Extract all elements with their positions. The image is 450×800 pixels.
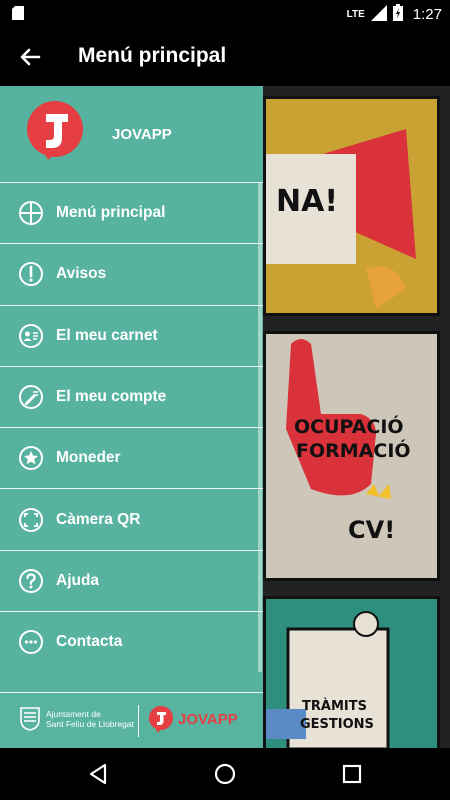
comic-panel-ocupacio[interactable]: OCUPACIÓ FORMACIÓ CV!: [263, 331, 440, 581]
menu-item-el-meu-carnet[interactable]: El meu carnet: [0, 304, 263, 366]
status-bar: LTE 1:27: [0, 0, 450, 28]
panel3-line2: GESTIONS: [300, 717, 374, 732]
menu-item-avisos[interactable]: Avisos: [0, 243, 263, 304]
signal-icon: [370, 4, 387, 25]
recents-square-icon[interactable]: [340, 762, 364, 786]
menu-item-label: El meu compte: [56, 388, 167, 406]
menu-item-camera-qr[interactable]: Càmera QR: [0, 488, 263, 549]
menu-item-label: Menú principal: [56, 204, 166, 222]
question-icon: [18, 568, 44, 594]
sd-card-icon: [12, 6, 24, 25]
app-name: JOVAPP: [112, 126, 172, 143]
panel1-text: NA!: [276, 184, 339, 219]
panel2-line2: FORMACIÓ: [296, 440, 411, 462]
chat-bubble-icon: [18, 629, 44, 655]
brand-jov: JOV: [178, 711, 207, 728]
panel3-line1: TRÀMITS: [302, 699, 367, 714]
drawer-menu: Menú principal Avisos El meu carnet El m…: [0, 182, 263, 672]
drawer-scrollbar[interactable]: [258, 182, 262, 672]
clock: 1:27: [412, 6, 442, 23]
drawer-footer: Ajuntament de Sant Feliu de Llobregat JO…: [0, 692, 263, 748]
ajuntament-text: Ajuntament de Sant Feliu de Llobregat: [46, 709, 134, 729]
jovapp-logo-icon: [24, 100, 86, 162]
menu-item-moneder[interactable]: Moneder: [0, 427, 263, 488]
network-type: LTE: [346, 9, 365, 20]
account-edit-icon: [18, 384, 44, 410]
menu-item-menu-principal[interactable]: Menú principal: [0, 182, 263, 243]
menu-item-contacta[interactable]: Contacta: [0, 611, 263, 672]
back-triangle-icon[interactable]: [86, 762, 110, 786]
home-circle-icon[interactable]: [213, 762, 237, 786]
page-title: Menú principal: [78, 44, 227, 67]
qr-scan-icon: [18, 507, 44, 533]
menu-item-label: Contacta: [56, 633, 123, 651]
id-card-icon: [18, 323, 44, 349]
brand-app: APP: [206, 711, 238, 728]
menu-item-label: El meu carnet: [56, 326, 158, 344]
menu-item-el-meu-compte[interactable]: El meu compte: [0, 365, 263, 427]
comic-panel-megaphone[interactable]: NA!: [263, 96, 440, 316]
globe-icon: [18, 200, 44, 226]
menu-item-label: Càmera QR: [56, 510, 141, 528]
battery-icon: [392, 4, 403, 25]
panel2-cv: CV!: [348, 516, 396, 544]
footer-divider: [138, 705, 139, 737]
navigation-drawer: JOVAPP Menú principal Avisos El meu carn…: [0, 86, 263, 748]
star-badge-icon: [18, 445, 44, 471]
drawer-header: JOVAPP: [0, 86, 263, 182]
menu-item-label: Ajuda: [56, 571, 100, 589]
panel2-line1: OCUPACIÓ: [294, 416, 404, 438]
menu-item-label: Moneder: [56, 449, 121, 467]
comic-panel-tramits[interactable]: TRÀMITS GESTIONS: [263, 596, 440, 748]
app-bar: Menú principal: [0, 28, 450, 86]
ajuntament-line1: Ajuntament de: [46, 709, 101, 719]
system-navigation-bar: [0, 748, 450, 800]
jovapp-small-logo-icon: [148, 706, 174, 734]
menu-item-ajuda[interactable]: Ajuda: [0, 549, 263, 611]
back-arrow-icon[interactable]: [14, 41, 46, 73]
ajuntament-coat-of-arms-icon: [20, 707, 40, 731]
menu-item-label: Avisos: [56, 265, 107, 283]
jovapp-brand-text: JOVAPP: [178, 711, 238, 728]
ajuntament-line2: Sant Feliu de Llobregat: [46, 719, 134, 729]
exclamation-icon: [18, 261, 44, 287]
